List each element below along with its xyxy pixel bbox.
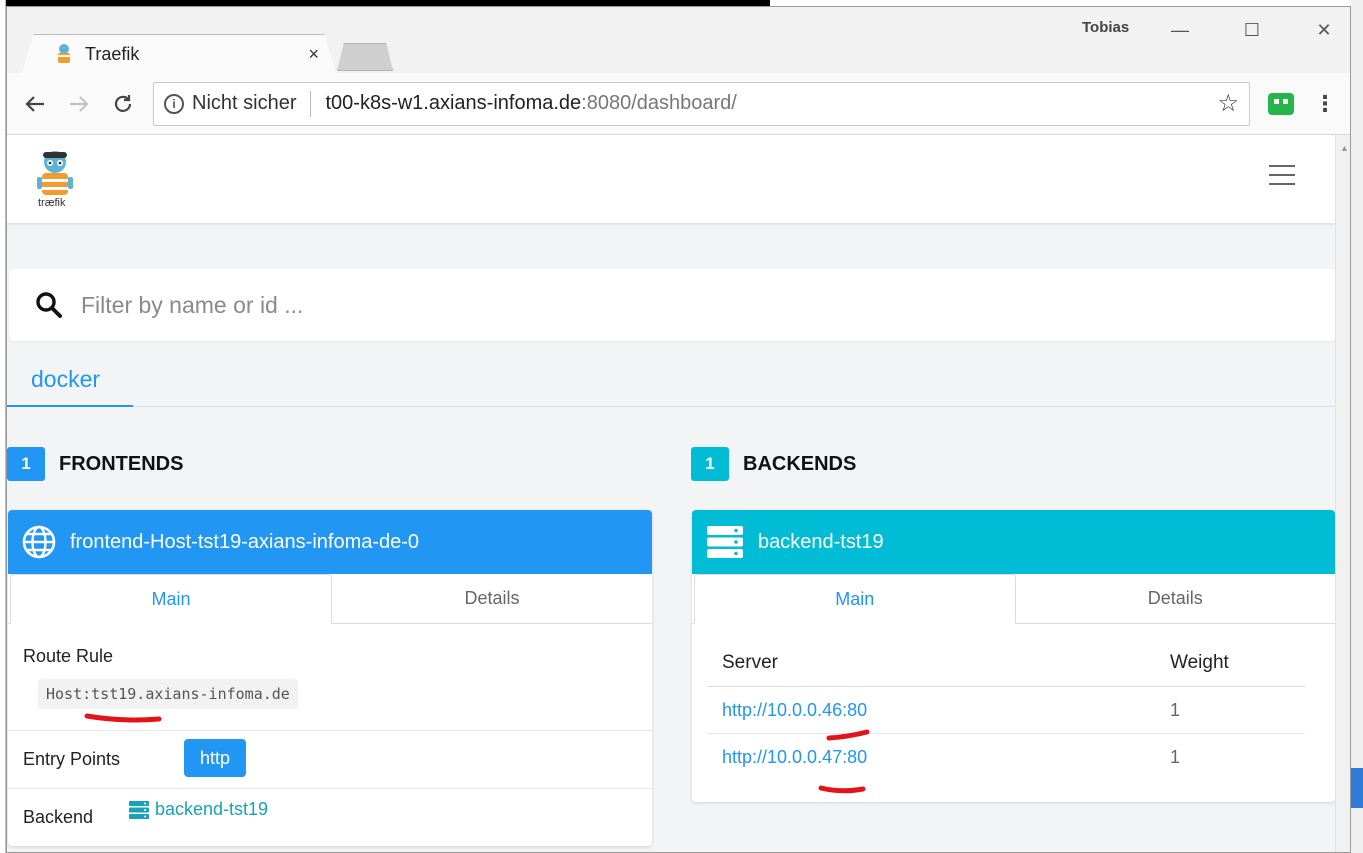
entry-point-http-badge[interactable]: http xyxy=(184,739,247,777)
reload-button[interactable] xyxy=(105,86,141,122)
backend-card: backend-tst19 Main Details Server Weight… xyxy=(692,510,1335,802)
frontend-tab-main[interactable]: Main xyxy=(10,574,332,624)
tab-title: Traefik xyxy=(85,43,140,64)
page-viewport: træfik docker 1 FRONTENDS 1 BACKENDS xyxy=(7,135,1335,852)
backends-count-badge: 1 xyxy=(691,447,729,481)
servers-table: Server Weight http://10.0.0.46:80 1 http… xyxy=(707,642,1305,780)
page-scrollbar[interactable]: ▲ xyxy=(1335,135,1350,852)
logo-text: træfik xyxy=(38,197,66,209)
globe-icon xyxy=(22,525,56,559)
backend-tab-details[interactable]: Details xyxy=(1016,574,1336,623)
search-box xyxy=(9,269,1335,341)
route-rule-label: Route Rule xyxy=(23,646,114,666)
server-weight: 1 xyxy=(1155,686,1305,734)
url-host: t00-k8s-w1.axians-infoma.de xyxy=(325,92,582,114)
extension-icon[interactable] xyxy=(1268,92,1294,115)
forward-arrow-icon xyxy=(70,95,89,112)
server-icon xyxy=(129,800,149,819)
frontends-count-badge: 1 xyxy=(7,447,45,481)
search-icon xyxy=(36,292,62,318)
forward-button[interactable] xyxy=(61,86,97,122)
browser-tab[interactable]: Traefik × xyxy=(21,34,337,74)
backend-link-text: backend-tst19 xyxy=(155,799,269,819)
minimize-button[interactable]: — xyxy=(1157,15,1203,45)
backend-link[interactable]: backend-tst19 xyxy=(129,799,268,820)
backend-card-tabs: Main Details xyxy=(692,574,1335,624)
table-row: http://10.0.0.47:80 1 xyxy=(707,734,1305,781)
tab-docker[interactable]: docker xyxy=(7,353,133,407)
entry-points-label: Entry Points xyxy=(23,749,121,769)
search-input[interactable] xyxy=(81,291,881,319)
route-rule-value: Host:tst19.axians-infoma.de xyxy=(38,679,298,709)
frontend-tab-details[interactable]: Details xyxy=(332,574,652,623)
browser-toolbar: i Nicht sicher t00-k8s-w1.axians-infoma.… xyxy=(7,73,1350,135)
backend-name: backend-tst19 xyxy=(758,530,884,553)
frontend-card: frontend-Host-tst19-axians-infoma-de-0 M… xyxy=(8,510,652,846)
backend-row: Backend backend-tst19 xyxy=(8,789,652,845)
server-url-link[interactable]: http://10.0.0.47:80 xyxy=(722,747,867,767)
profile-name[interactable]: Tobias xyxy=(1082,19,1129,36)
frontend-card-tabs: Main Details xyxy=(8,574,652,624)
background-window-edge xyxy=(1351,0,1363,853)
maximize-button[interactable]: ☐ xyxy=(1229,15,1275,45)
backends-title: BACKENDS xyxy=(743,452,857,475)
browser-window: Traefik × Tobias — ☐ ✕ i Nicht sicher t0… xyxy=(6,6,1351,853)
app-navbar: træfik xyxy=(7,135,1335,223)
close-window-button[interactable]: ✕ xyxy=(1301,15,1347,45)
table-row: http://10.0.0.46:80 1 xyxy=(707,686,1305,734)
address-bar[interactable]: i Nicht sicher t00-k8s-w1.axians-infoma.… xyxy=(153,81,1250,126)
backend-card-header: backend-tst19 xyxy=(692,510,1335,574)
title-bar: Traefik × Tobias — ☐ ✕ xyxy=(7,7,1350,76)
address-separator xyxy=(310,90,312,117)
new-tab-button[interactable] xyxy=(337,43,393,71)
backends-heading: 1 BACKENDS xyxy=(691,447,856,481)
provider-tabs: docker xyxy=(7,353,1335,407)
frontend-card-header: frontend-Host-tst19-axians-infoma-de-0 xyxy=(8,510,652,574)
entry-points-row: Entry Points http xyxy=(8,731,652,789)
server-column-header: Server xyxy=(707,642,1155,687)
weight-column-header: Weight xyxy=(1155,642,1305,687)
browser-menu-icon[interactable]: ⋮ xyxy=(1314,91,1336,117)
tab-close-icon[interactable]: × xyxy=(308,44,319,65)
route-rule-row: Route Rule Host:tst19.axians-infoma.de xyxy=(8,624,652,731)
url-path: :8080/dashboard/ xyxy=(581,92,737,114)
back-arrow-icon xyxy=(25,95,44,112)
server-url-link[interactable]: http://10.0.0.46:80 xyxy=(722,700,867,720)
back-button[interactable] xyxy=(17,86,53,122)
traefik-favicon-icon xyxy=(58,44,70,63)
background-window-edge xyxy=(1351,768,1363,808)
frontend-name: frontend-Host-tst19-axians-infoma-de-0 xyxy=(70,530,420,553)
server-stack-icon xyxy=(707,526,743,558)
info-icon[interactable]: i xyxy=(164,93,184,114)
frontends-title: FRONTENDS xyxy=(59,452,184,475)
server-weight: 1 xyxy=(1170,747,1181,767)
frontends-heading: 1 FRONTENDS xyxy=(7,447,183,481)
hamburger-menu-icon[interactable] xyxy=(1269,165,1295,185)
scroll-up-icon[interactable]: ▲ xyxy=(1340,143,1349,153)
backend-tab-main[interactable]: Main xyxy=(694,574,1016,624)
security-label[interactable]: Nicht sicher xyxy=(192,92,296,115)
backend-label: Backend xyxy=(23,807,94,827)
reload-icon xyxy=(114,94,132,112)
bookmark-star-icon[interactable]: ☆ xyxy=(1217,89,1239,118)
